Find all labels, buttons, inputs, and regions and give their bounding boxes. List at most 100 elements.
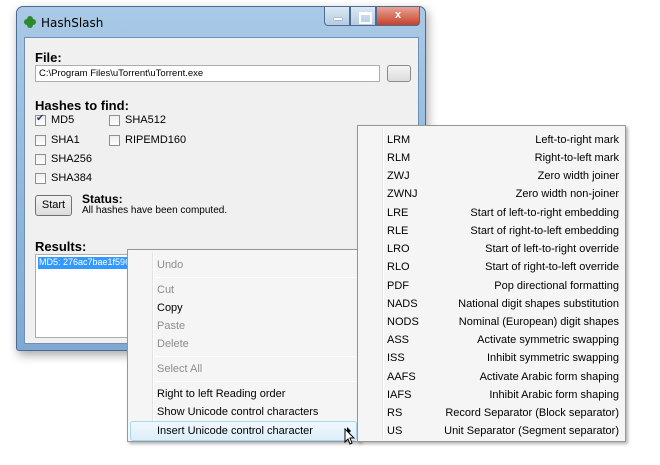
results-label: Results:: [35, 239, 87, 254]
checkbox-label: SHA512: [125, 114, 166, 126]
submenu-description: National digit shapes substitution: [458, 298, 619, 310]
checkbox-sha256[interactable]: SHA256: [35, 153, 92, 165]
submenu-description: Left-to-right mark: [535, 134, 619, 146]
context-menu: Undo Cut Copy Paste Delete Select All Ri…: [127, 249, 360, 442]
submenu-code: RLM: [387, 152, 411, 164]
caption-buttons: x: [324, 7, 420, 27]
result-line-md5[interactable]: MD5: 276ac7bae1f596: [38, 257, 132, 269]
checkbox-box[interactable]: [35, 153, 46, 165]
checkbox-box[interactable]: [109, 134, 120, 146]
checkbox-md5[interactable]: MD5: [35, 113, 75, 126]
submenu-code: ASS: [387, 334, 410, 346]
submenu-code: PDF: [387, 280, 409, 292]
submenu-code: RLE: [387, 225, 409, 237]
menu-separator: [155, 277, 357, 278]
menu-item-undo[interactable]: Undo: [157, 259, 183, 271]
submenu-description: Inhibit symmetric swapping: [486, 352, 619, 364]
menu-separator: [155, 381, 357, 382]
menu-item-rtl-reading-order[interactable]: Right to left Reading order: [157, 388, 285, 400]
checkbox-box[interactable]: [35, 172, 46, 184]
submenu-code: ZWJ: [387, 170, 410, 182]
submenu-description: Nominal (European) digit shapes: [458, 316, 619, 328]
menu-item-delete[interactable]: Delete: [157, 338, 189, 350]
submenu-item-ass[interactable]: ASS Activate symmetric swapping: [358, 332, 627, 350]
submenu-item-rle[interactable]: RLE Start of right-to-left embedding: [358, 223, 627, 241]
checkbox-sha384[interactable]: SHA384: [35, 172, 92, 184]
submenu-description: Record Separator (Block separator): [445, 407, 619, 419]
submenu-code: ISS: [387, 352, 405, 364]
submenu-item-aafs[interactable]: AAFS Activate Arabic form shaping: [358, 369, 627, 387]
submenu-code: LRO: [387, 243, 410, 255]
submenu-code: RS: [387, 407, 403, 419]
file-label: File:: [35, 50, 62, 65]
file-path-input[interactable]: [35, 65, 380, 82]
unicode-control-submenu: LRM Left-to-right mark RLM Right-to-left…: [357, 125, 626, 442]
menu-item-copy[interactable]: Copy: [157, 302, 183, 314]
browse-button[interactable]: [387, 65, 411, 82]
checkbox-sha1[interactable]: SHA1: [35, 134, 80, 146]
title-bar[interactable]: HashSlash x: [17, 7, 425, 37]
submenu-code: NODS: [387, 316, 419, 328]
submenu-description: Start of left-to-right embedding: [470, 207, 619, 219]
submenu-description: Start of right-to-left embedding: [470, 225, 619, 237]
checkbox-label: RIPEMD160: [125, 134, 187, 146]
submenu-item-iss[interactable]: ISS Inhibit symmetric swapping: [358, 350, 627, 368]
submenu-item-rlm[interactable]: RLM Right-to-left mark: [358, 150, 627, 168]
clover-icon: [24, 16, 36, 28]
submenu-description: Zero width non-joiner: [515, 188, 619, 200]
submenu-description: Unit Separator (Segment separator): [444, 425, 619, 437]
submenu-item-rs[interactable]: RS Record Separator (Block separator): [358, 405, 627, 423]
menu-item-insert-unicode-control[interactable]: Insert Unicode control character: [157, 425, 313, 437]
maximize-button[interactable]: [350, 7, 376, 26]
submenu-code: NADS: [387, 298, 418, 310]
close-button[interactable]: x: [376, 7, 420, 26]
menu-item-show-unicode-control[interactable]: Show Unicode control characters: [157, 406, 318, 418]
submenu-item-iafs[interactable]: IAFS Inhibit Arabic form shaping: [358, 387, 627, 405]
submenu-item-lrm[interactable]: LRM Left-to-right mark: [358, 132, 627, 150]
submenu-code: IAFS: [387, 389, 412, 401]
menu-item-select-all[interactable]: Select All: [157, 363, 202, 375]
submenu-code: ZWNJ: [387, 188, 418, 200]
submenu-code: RLO: [387, 261, 410, 273]
submenu-code: LRM: [387, 134, 411, 146]
mouse-cursor-icon: [344, 428, 356, 445]
submenu-item-rlo[interactable]: RLO Start of right-to-left override: [358, 259, 627, 277]
submenu-code: LRE: [387, 207, 409, 219]
submenu-description: Pop directional formatting: [494, 280, 619, 292]
window-title: HashSlash: [41, 16, 104, 30]
submenu-item-pdf[interactable]: PDF Pop directional formatting: [358, 278, 627, 296]
submenu-item-zwj[interactable]: ZWJ Zero width joiner: [358, 168, 627, 186]
submenu-code: AAFS: [387, 371, 416, 383]
menu-separator: [155, 356, 357, 357]
checkbox-ripemd160[interactable]: RIPEMD160: [109, 134, 186, 146]
submenu-item-zwnj[interactable]: ZWNJ Zero width non-joiner: [358, 186, 627, 204]
start-button[interactable]: Start: [35, 195, 72, 216]
submenu-code: US: [387, 425, 403, 437]
checkbox-box[interactable]: [35, 134, 46, 146]
status-label: Status:: [82, 192, 123, 206]
menu-item-cut[interactable]: Cut: [157, 284, 174, 296]
checkbox-label: SHA1: [51, 134, 80, 146]
checkmark-icon[interactable]: [35, 113, 46, 126]
checkbox-sha512[interactable]: SHA512: [109, 114, 166, 126]
close-icon: x: [394, 9, 402, 21]
submenu-item-nads[interactable]: NADS National digit shapes substitution: [358, 296, 627, 314]
submenu-item-us[interactable]: US Unit Separator (Segment separator): [358, 423, 627, 441]
submenu-description: Start of right-to-left override: [485, 261, 619, 273]
submenu-description: Activate Arabic form shaping: [479, 371, 619, 383]
submenu-item-nods[interactable]: NODS Nominal (European) digit shapes: [358, 314, 627, 332]
checkbox-label: MD5: [51, 114, 75, 126]
submenu-description: Activate symmetric swapping: [477, 334, 619, 346]
status-text: All hashes have been computed.: [82, 205, 228, 216]
checkbox-label: SHA256: [51, 153, 92, 165]
submenu-item-lro[interactable]: LRO Start of left-to-right override: [358, 241, 627, 259]
minimize-button[interactable]: [324, 7, 350, 26]
checkbox-label: SHA384: [51, 172, 92, 184]
menu-item-paste[interactable]: Paste: [157, 320, 185, 332]
submenu-description: Zero width joiner: [537, 170, 619, 182]
submenu-description: Start of left-to-right override: [485, 243, 619, 255]
submenu-item-lre[interactable]: LRE Start of left-to-right embedding: [358, 205, 627, 223]
submenu-description: Inhibit Arabic form shaping: [489, 389, 619, 401]
submenu-description: Right-to-left mark: [534, 152, 619, 164]
checkbox-box[interactable]: [109, 114, 120, 126]
